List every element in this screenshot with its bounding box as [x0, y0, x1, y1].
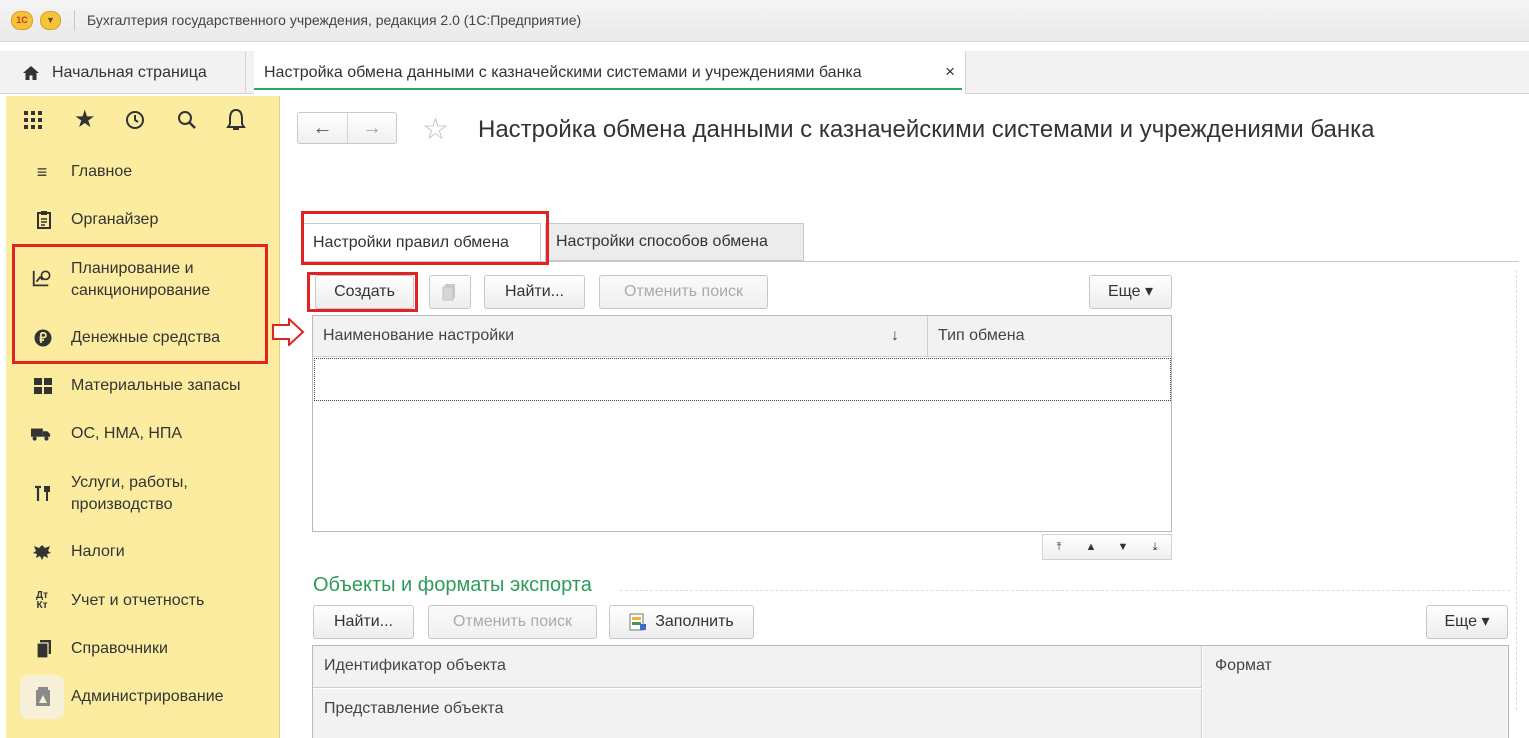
column-header-format: Формат [1215, 657, 1272, 674]
fill-button[interactable]: Заполнить [609, 605, 754, 639]
header-cell-object-id[interactable]: Идентификатор объекта [313, 646, 1202, 688]
accounting-icon: Дт Кт [35, 590, 49, 611]
sidebar-item-fixed-assets[interactable]: ОС, НМА, НПА [6, 420, 280, 448]
favorites-star-icon[interactable]: ★ [74, 105, 96, 134]
sidebar-item-label: ОС, НМА, НПА [71, 425, 183, 442]
column-header-object-id: Идентификатор объекта [324, 657, 506, 674]
close-tab-icon[interactable]: × [945, 62, 955, 82]
tab-exchange-settings[interactable]: Настройка обмена данными с казначейскими… [254, 51, 966, 94]
title-bar: 1С ▼ Бухгалтерия государственного учрежд… [0, 0, 1529, 42]
highlight-create-box [307, 272, 418, 312]
more-button[interactable]: Еще ▾ [1089, 275, 1172, 309]
tab-exchange-methods[interactable]: Настройки способов обмена [545, 223, 804, 261]
open-tabs-bar: Начальная страница Настройка обмена данн… [0, 51, 1529, 94]
tab-home-label: Начальная страница [52, 63, 207, 81]
export-objects-table[interactable]: Идентификатор объекта Представление объе… [312, 645, 1509, 738]
move-down-icon[interactable]: ▼ [1107, 535, 1139, 559]
home-icon [23, 65, 39, 80]
settings-table-header: Наименование настройки ↓ Тип обмена [313, 316, 1171, 357]
settings-table[interactable]: Наименование настройки ↓ Тип обмена [312, 315, 1172, 532]
sidebar-item-label: Органайзер [71, 211, 159, 228]
highlight-arrow-icon [272, 318, 305, 346]
main-menu-button[interactable]: ▼ [40, 11, 61, 30]
sidebar-item-services[interactable]: Услуги, работы, производство [6, 470, 280, 518]
sidebar-item-label-line1: Услуги, работы, [71, 474, 188, 491]
sidebar-item-label: Администрирование [71, 688, 224, 705]
tab-exchange-settings-label: Настройка обмена данными с казначейскими… [264, 63, 862, 81]
navigation-buttons: ← → [297, 112, 397, 144]
sidebar-item-label: Главное [71, 163, 133, 180]
add-to-favorites-star-icon[interactable]: ☆ [422, 112, 449, 147]
column-header-object-presentation: Представление объекта [324, 700, 504, 717]
find-objects-button[interactable]: Найти... [313, 605, 414, 639]
highlight-tab-box [301, 211, 549, 265]
sidebar-item-label: Налоги [71, 543, 125, 560]
header-cell-object-presentation[interactable]: Представление объекта [313, 689, 1202, 738]
title-separator [74, 10, 75, 31]
app-logo-icon: 1С [11, 11, 33, 30]
column-header-setting-name[interactable]: Наименование настройки [313, 316, 927, 357]
tab-home[interactable]: Начальная страница [10, 51, 246, 94]
sort-indicator-icon: ↓ [891, 327, 899, 344]
section-divider [620, 590, 1510, 591]
history-icon[interactable] [124, 109, 146, 131]
tools-icon [35, 485, 50, 501]
sidebar-item-organizer[interactable]: Органайзер [6, 206, 280, 234]
search-icon[interactable] [176, 109, 198, 131]
sidebar-item-administration[interactable]: Администрирование [6, 675, 280, 719]
copy-icon [442, 284, 455, 301]
books-icon [36, 640, 51, 658]
sidebar-toolbar: ★ [6, 96, 280, 144]
sidebar-item-label: Материальные запасы [71, 377, 241, 394]
find-button[interactable]: Найти... [484, 275, 585, 309]
forward-arrow-icon[interactable]: → [347, 113, 396, 143]
notifications-bell-icon[interactable] [225, 108, 247, 132]
sidebar-item-materials[interactable]: Материальные запасы [6, 372, 280, 400]
row-move-buttons: ⤒ ▲ ▼ ⤓ [1042, 534, 1172, 560]
truck-icon [31, 428, 51, 441]
grid-icon [34, 378, 52, 394]
sidebar-item-catalogs[interactable]: Справочники [6, 635, 280, 663]
more-objects-button[interactable]: Еще ▾ [1426, 605, 1508, 639]
move-to-bottom-icon[interactable]: ⤓ [1139, 535, 1171, 559]
admin-icon [36, 687, 50, 706]
table-row[interactable] [314, 358, 1171, 401]
section-title-export-objects: Объекты и форматы экспорта [313, 574, 592, 596]
highlight-sections-box [12, 244, 268, 364]
sidebar-item-taxes[interactable]: Налоги [6, 538, 280, 566]
sidebar-item-accounting[interactable]: Дт Кт Учет и отчетность [6, 587, 280, 615]
list-icon: ≡ [36, 161, 48, 182]
sidebar-item-label: Справочники [71, 640, 168, 657]
sidebar-item-label: Учет и отчетность [71, 592, 205, 609]
header-cell-format[interactable]: Формат [1203, 646, 1508, 738]
sidebar-item-main[interactable]: ≡ Главное [6, 158, 280, 186]
move-up-icon[interactable]: ▲ [1075, 535, 1107, 559]
back-arrow-icon[interactable]: ← [298, 113, 347, 143]
sections-panel: ★ ≡ Главное Органайзер Планирование и са… [6, 96, 280, 738]
clipboard-icon [37, 211, 51, 229]
emblem-icon [33, 545, 51, 560]
fill-table-icon [629, 613, 647, 631]
window-title: Бухгалтерия государственного учреждения,… [87, 12, 582, 28]
cancel-search-button[interactable]: Отменить поиск [599, 275, 768, 309]
fill-button-label: Заполнить [655, 613, 734, 630]
column-header-exchange-type[interactable]: Тип обмена [928, 316, 1024, 357]
form-right-divider [1516, 270, 1517, 710]
copy-button[interactable] [429, 275, 471, 309]
cancel-search-objects-button[interactable]: Отменить поиск [428, 605, 597, 639]
sidebar-item-label-line2: производство [71, 496, 173, 513]
move-to-top-icon[interactable]: ⤒ [1043, 535, 1075, 559]
functions-menu-icon[interactable] [23, 110, 43, 130]
page-title: Настройка обмена данными с казначейскими… [478, 116, 1375, 143]
active-tab-underline [254, 88, 962, 90]
